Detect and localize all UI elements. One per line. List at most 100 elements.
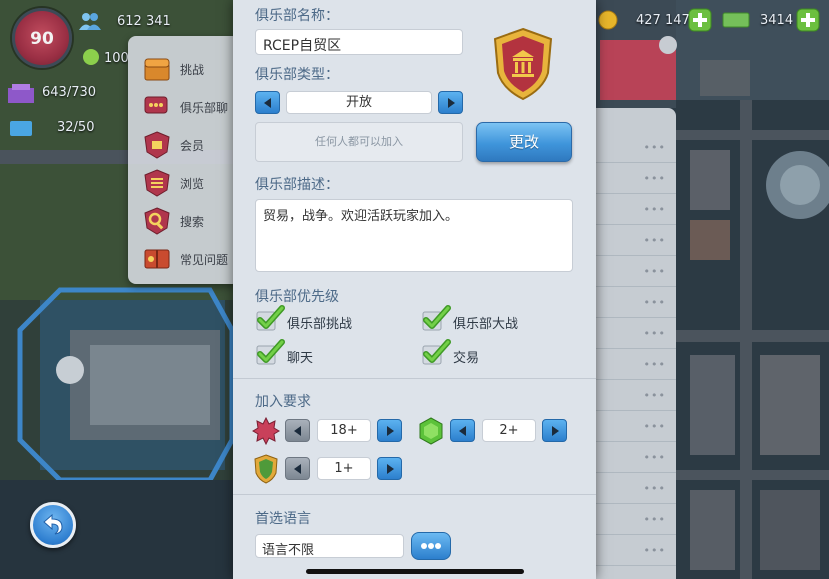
level-star-icon bbox=[252, 417, 280, 445]
section-divider bbox=[233, 494, 596, 495]
simoleon-coin-icon bbox=[598, 10, 618, 30]
side-item-faq[interactable]: 常见问题 bbox=[128, 240, 240, 278]
more-options-label: ••• bbox=[643, 420, 666, 433]
tier-req-value: 2+ bbox=[482, 419, 536, 442]
list-row[interactable]: ••• bbox=[596, 473, 676, 504]
small-count: 100 bbox=[104, 51, 128, 66]
level-req-value: 18+ bbox=[317, 419, 371, 442]
checkmark-icon bbox=[422, 339, 451, 365]
side-item-browse[interactable]: 浏览 bbox=[128, 164, 240, 202]
club-type-hint-box: 任何人都可以加入 bbox=[255, 122, 463, 162]
club-settings-dialog: 俱乐部名称： RCEP自贸区 俱乐部类型： 开放 任何人都可以加入 更改 俱乐部… bbox=[233, 0, 596, 579]
language-value: 语言不限 bbox=[262, 543, 315, 558]
priority-label: 俱乐部挑战 bbox=[287, 317, 353, 332]
more-options-label: ••• bbox=[643, 265, 666, 278]
update-button[interactable]: 更改 bbox=[476, 122, 572, 162]
more-options-label: ••• bbox=[643, 451, 666, 464]
back-button[interactable] bbox=[30, 502, 76, 548]
vu-tower-icon bbox=[10, 121, 32, 136]
population-icon bbox=[79, 13, 101, 30]
club-side-menu: 挑战 俱乐部聊 会员 浏览 搜索 常见问题 bbox=[128, 36, 240, 284]
storage-count: 643/730 bbox=[42, 85, 97, 100]
green-hexagon-icon bbox=[419, 417, 443, 445]
priority-label: 交易 bbox=[453, 351, 480, 366]
club-type-hint: 任何人都可以加入 bbox=[315, 135, 403, 148]
level-badge[interactable]: 90 bbox=[12, 8, 72, 68]
list-row[interactable]: ••• bbox=[596, 163, 676, 194]
browse-icon bbox=[144, 169, 170, 197]
shield-req-next-button[interactable] bbox=[377, 457, 402, 480]
more-options-label: ••• bbox=[643, 327, 666, 340]
club-priority-label: 俱乐部优先级 bbox=[255, 289, 339, 305]
side-item-search[interactable]: 搜索 bbox=[128, 202, 240, 240]
club-name-value: RCEP自贸区 bbox=[263, 38, 342, 54]
more-options-label: ••• bbox=[643, 544, 666, 557]
list-row[interactable]: ••• bbox=[596, 504, 676, 535]
search-icon bbox=[144, 207, 170, 235]
level-value: 90 bbox=[30, 29, 54, 49]
list-row[interactable]: ••• bbox=[596, 318, 676, 349]
list-row[interactable]: ••• bbox=[596, 194, 676, 225]
priority-chat[interactable]: 聊天 bbox=[255, 339, 415, 367]
more-options-label: ••• bbox=[643, 234, 666, 247]
arrow-right-icon bbox=[552, 426, 559, 436]
more-options-label: ••• bbox=[643, 358, 666, 371]
checkmark-icon bbox=[422, 305, 451, 331]
faq-book-icon bbox=[144, 249, 170, 269]
more-options-label: ••• bbox=[643, 203, 666, 216]
shield-req-prev-button[interactable] bbox=[285, 457, 310, 480]
more-options-label: ••• bbox=[643, 513, 666, 526]
level-req-prev-button[interactable] bbox=[285, 419, 310, 442]
more-options-label: ••• bbox=[643, 296, 666, 309]
simcash-count: 3414 bbox=[760, 13, 794, 28]
side-item-label: 俱乐部聊 bbox=[180, 101, 229, 115]
language-select[interactable]: 语言不限 bbox=[255, 534, 404, 558]
list-row[interactable]: ••• bbox=[596, 442, 676, 473]
storage-icon bbox=[8, 84, 34, 103]
population-count: 612 341 bbox=[117, 14, 171, 29]
arrow-right-icon bbox=[448, 98, 455, 108]
side-item-club-chat[interactable]: 俱乐部聊 bbox=[128, 88, 240, 126]
club-description-input[interactable]: 贸易，战争。欢迎活跃玩家加入。 bbox=[255, 199, 573, 272]
list-row[interactable]: ••• bbox=[596, 225, 676, 256]
priority-club-war[interactable]: 俱乐部大战 bbox=[421, 305, 581, 333]
side-item-challenge[interactable]: 挑战 bbox=[128, 50, 240, 88]
add-simcash-plus-icon[interactable] bbox=[796, 8, 820, 32]
list-row[interactable]: ••• bbox=[596, 535, 676, 566]
add-simoleons-plus-icon[interactable] bbox=[688, 8, 712, 32]
arrow-left-icon bbox=[459, 426, 466, 436]
simoleons-count: 427 147 bbox=[636, 13, 690, 28]
list-row[interactable]: ••• bbox=[596, 380, 676, 411]
checkmark-icon bbox=[256, 305, 285, 331]
arrow-left-icon bbox=[264, 98, 271, 108]
club-emblem-icon[interactable] bbox=[491, 27, 555, 101]
type-next-button[interactable] bbox=[438, 91, 463, 114]
level-req-next-button[interactable] bbox=[377, 419, 402, 442]
side-item-label: 会员 bbox=[180, 139, 205, 153]
members-icon bbox=[144, 131, 170, 159]
side-item-members[interactable]: 会员 bbox=[128, 126, 240, 164]
list-row[interactable]: ••• bbox=[596, 287, 676, 318]
more-options-label: ••• bbox=[643, 141, 666, 154]
list-row[interactable]: ••• bbox=[596, 349, 676, 380]
tier-req-prev-button[interactable] bbox=[450, 419, 475, 442]
happiness-icon bbox=[83, 49, 99, 65]
priority-label: 聊天 bbox=[287, 351, 314, 366]
side-item-label: 搜索 bbox=[180, 215, 205, 229]
club-name-input[interactable]: RCEP自贸区 bbox=[255, 29, 463, 55]
more-options-label: ••• bbox=[643, 172, 666, 185]
side-item-label: 挑战 bbox=[180, 63, 205, 77]
checkmark-icon bbox=[256, 339, 285, 365]
type-prev-button[interactable] bbox=[255, 91, 280, 114]
list-row[interactable]: ••• bbox=[596, 256, 676, 287]
preferred-language-label: 首选语言 bbox=[255, 511, 311, 527]
list-row[interactable]: ••• bbox=[596, 132, 676, 163]
tier-req-next-button[interactable] bbox=[542, 419, 567, 442]
club-description-value: 贸易，战争。欢迎活跃玩家加入。 bbox=[263, 209, 459, 224]
priority-club-challenge[interactable]: 俱乐部挑战 bbox=[255, 305, 415, 333]
list-row[interactable]: ••• bbox=[596, 411, 676, 442]
priority-trade[interactable]: 交易 bbox=[421, 339, 581, 367]
language-more-button[interactable] bbox=[411, 532, 451, 560]
club-name-label: 俱乐部名称： bbox=[255, 8, 339, 24]
club-description-label: 俱乐部描述： bbox=[255, 177, 339, 193]
